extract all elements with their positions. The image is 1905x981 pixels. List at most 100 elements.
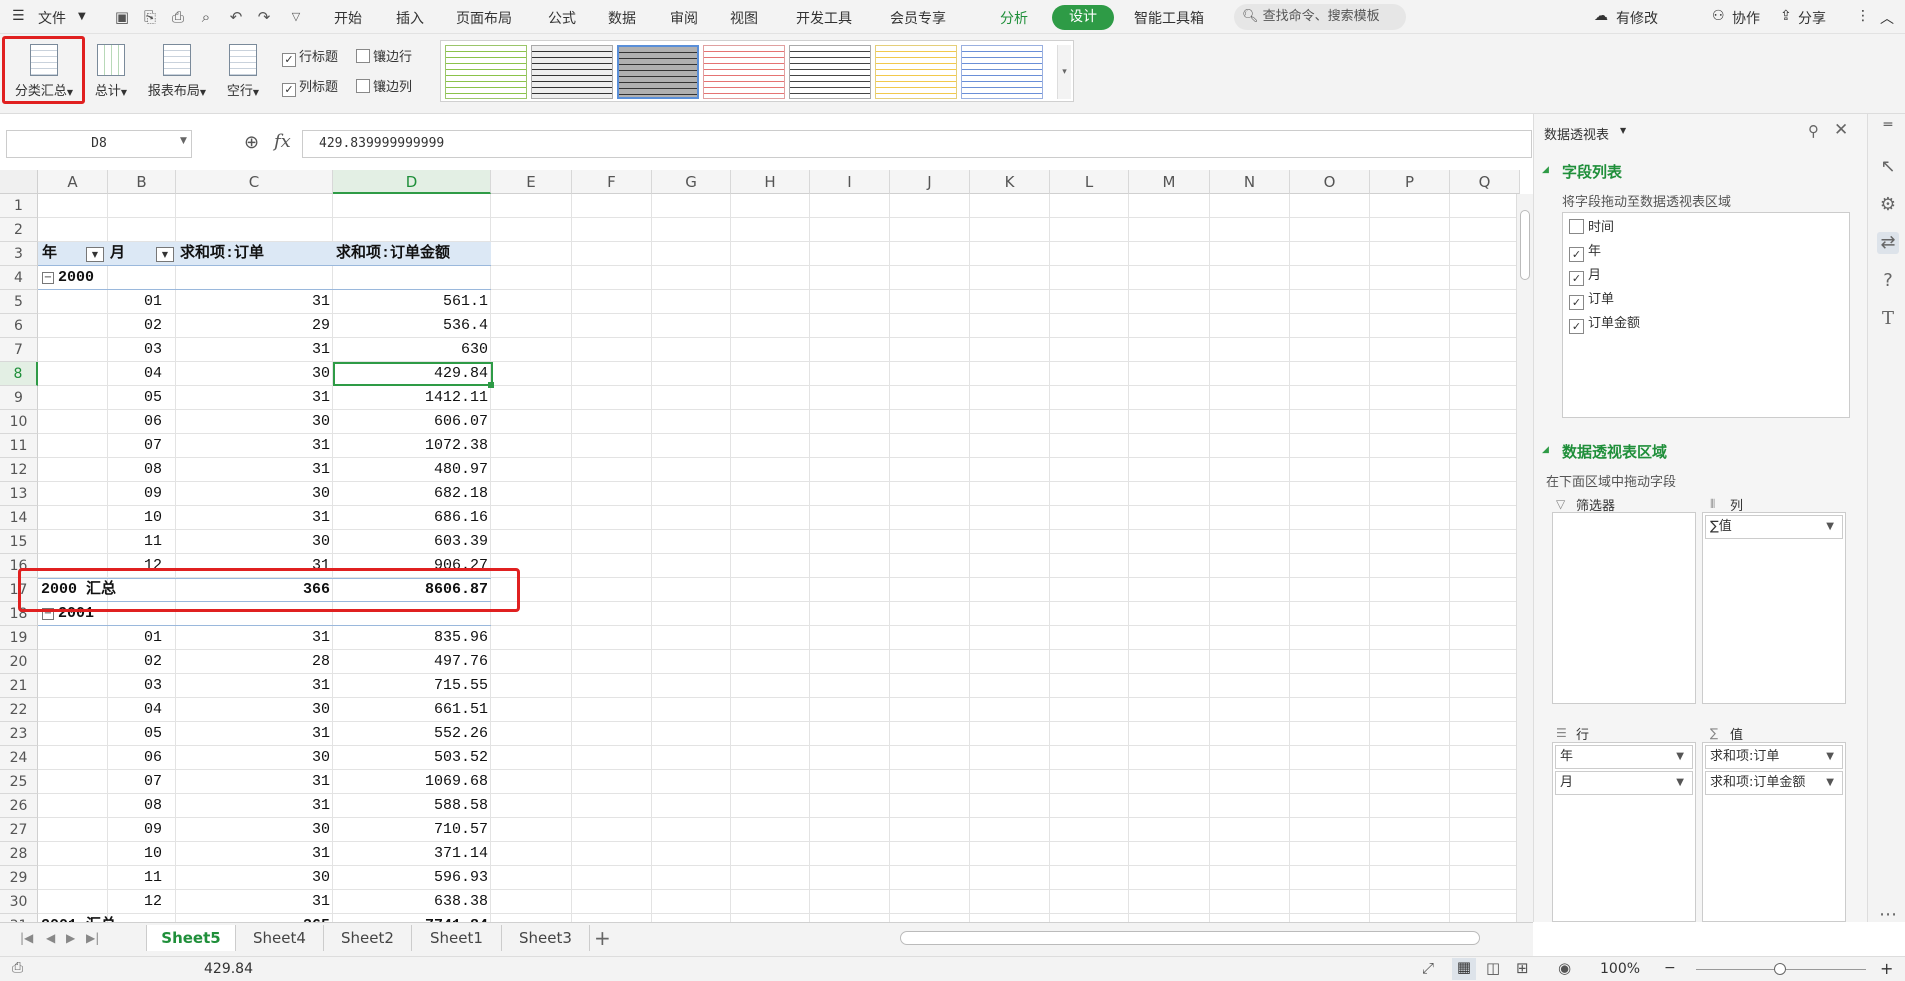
tab-view[interactable]: 视图 [730,8,758,28]
page-break-view-icon[interactable]: ⊞ [1516,959,1529,977]
redo-icon[interactable]: ↷ [254,7,274,27]
month-cell[interactable]: 06 [110,410,162,434]
amount-cell[interactable]: 596.93 [336,866,488,890]
row-header[interactable]: 29 [0,866,38,890]
month-cell[interactable]: 07 [110,434,162,458]
row-header[interactable]: 4 [0,266,38,290]
columns-drop-zone[interactable]: ∑值 ▼ [1702,512,1846,704]
row-header[interactable]: 9 [0,386,38,410]
column-header[interactable]: J [890,170,970,194]
share-button[interactable]: 分享 [1798,8,1826,28]
amount-cell[interactable]: 480.97 [336,458,488,482]
orders-cell[interactable]: 30 [180,530,330,554]
fullscreen-icon[interactable]: ⤢ [1422,959,1434,977]
row-field-year[interactable]: 年 ▼ [1555,745,1693,769]
field-item[interactable]: ✓ 订单 [1569,289,1614,311]
row-header[interactable]: 11 [0,434,38,458]
amount-cell[interactable]: 715.55 [336,674,488,698]
month-cell[interactable]: 08 [110,794,162,818]
undo-icon[interactable]: ↶ [226,7,246,27]
month-cell[interactable]: 08 [110,458,162,482]
amount-cell[interactable]: 1412.11 [336,386,488,410]
sheet-tab-sheet4[interactable]: Sheet4 [236,925,324,951]
orders-cell[interactable]: 31 [180,722,330,746]
banded-cols-checkbox[interactable]: 镶边列 [356,76,412,95]
eye-protection-icon[interactable]: ◉ [1558,959,1571,977]
pivot-header-sum-orders[interactable]: 求和项:订单 [180,242,330,266]
orders-cell[interactable]: 31 [180,434,330,458]
month-cell[interactable]: 10 [110,506,162,530]
tab-member[interactable]: 会员专享 [890,8,946,28]
orders-cell[interactable]: 28 [180,650,330,674]
filter-drop-zone[interactable] [1552,512,1696,704]
field-item[interactable]: 时间 [1569,217,1614,239]
grandtotal-button[interactable]: 总计▼ [88,44,134,99]
row-header[interactable]: 8 [0,362,38,386]
amount-cell[interactable]: 630 [336,338,488,362]
style-swatch-green[interactable] [445,45,527,99]
row-header[interactable]: 7 [0,338,38,362]
orders-cell[interactable]: 31 [180,674,330,698]
month-cell[interactable]: 01 [110,290,162,314]
zoom-in-icon[interactable]: + [1880,959,1893,978]
fx-icon[interactable]: fx [274,131,291,152]
banded-rows-checkbox[interactable]: 镶边行 [356,46,412,65]
tab-design[interactable]: 设计 [1052,5,1114,30]
checkbox-checked-icon[interactable]: ✓ [1569,271,1584,286]
field-item[interactable]: ✓ 订单金额 [1569,313,1640,335]
orders-cell[interactable]: 31 [180,842,330,866]
row-header[interactable]: 1 [0,194,38,218]
style-swatch-yellow[interactable] [875,45,957,99]
cursor-icon[interactable]: ↖ [1877,156,1899,178]
orders-cell[interactable]: 30 [180,746,330,770]
column-header[interactable]: C [176,170,333,194]
orders-cell[interactable]: 29 [180,314,330,338]
month-cell[interactable]: 06 [110,746,162,770]
amount-cell[interactable]: 661.51 [336,698,488,722]
customize-icon[interactable]: ▽ [286,7,306,27]
orders-cell[interactable]: 30 [180,818,330,842]
values-drop-zone[interactable]: 求和项:订单 ▼ 求和项:订单金额 ▼ [1702,742,1846,922]
orders-cell[interactable]: 31 [180,506,330,530]
orders-cell[interactable]: 30 [180,362,330,386]
modified-button[interactable]: 有修改 [1616,8,1658,28]
tab-page-layout[interactable]: 页面布局 [456,8,512,28]
row-header[interactable]: 28 [0,842,38,866]
sheet-tab-sheet3[interactable]: Sheet3 [502,925,590,951]
hamburger-icon[interactable]: ☰ [12,8,25,24]
row-header[interactable]: 5 [0,290,38,314]
style-swatch-blue[interactable] [961,45,1043,99]
month-cell[interactable]: 09 [110,818,162,842]
tab-data[interactable]: 数据 [608,8,636,28]
close-icon[interactable]: ✕ [1834,120,1848,140]
collapse-icon[interactable]: ◢ [1542,165,1549,175]
tab-smart-toolbox[interactable]: 智能工具箱 [1134,8,1204,28]
orders-cell[interactable]: 31 [180,386,330,410]
amount-cell[interactable]: 371.14 [336,842,488,866]
month-cell[interactable]: 04 [110,362,162,386]
group-label-2000[interactable]: 2000 [58,266,118,290]
amount-cell[interactable]: 588.58 [336,794,488,818]
column-header[interactable]: I [810,170,890,194]
column-header[interactable]: E [491,170,572,194]
formula-input[interactable]: 429.839999999999 [302,130,1532,158]
next-sheet-icon[interactable]: ▶ [66,931,75,945]
amount-cell[interactable]: 1072.38 [336,434,488,458]
column-header[interactable]: O [1290,170,1370,194]
gallery-more-icon[interactable]: ▾ [1057,45,1071,99]
collapse-icon[interactable]: ◢ [1542,445,1549,455]
column-header[interactable]: D [333,170,491,194]
tab-analyze[interactable]: 分析 [1000,8,1028,28]
orders-cell[interactable]: 31 [180,338,330,362]
row-headers-checkbox[interactable]: ✓ 行标题 [282,46,338,67]
value-field-orders[interactable]: 求和项:订单 ▼ [1705,745,1843,769]
row-header[interactable]: 22 [0,698,38,722]
export-icon[interactable]: ⎘ [140,7,160,27]
more-icon[interactable]: ⋮ [1856,8,1870,24]
amount-cell[interactable]: 682.18 [336,482,488,506]
drag-handle-icon[interactable]: ═ [1877,114,1899,136]
style-swatch-dark-selected[interactable] [617,45,699,99]
column-header[interactable]: B [108,170,176,194]
tab-insert[interactable]: 插入 [396,8,424,28]
column-field-values[interactable]: ∑值 ▼ [1705,515,1843,539]
